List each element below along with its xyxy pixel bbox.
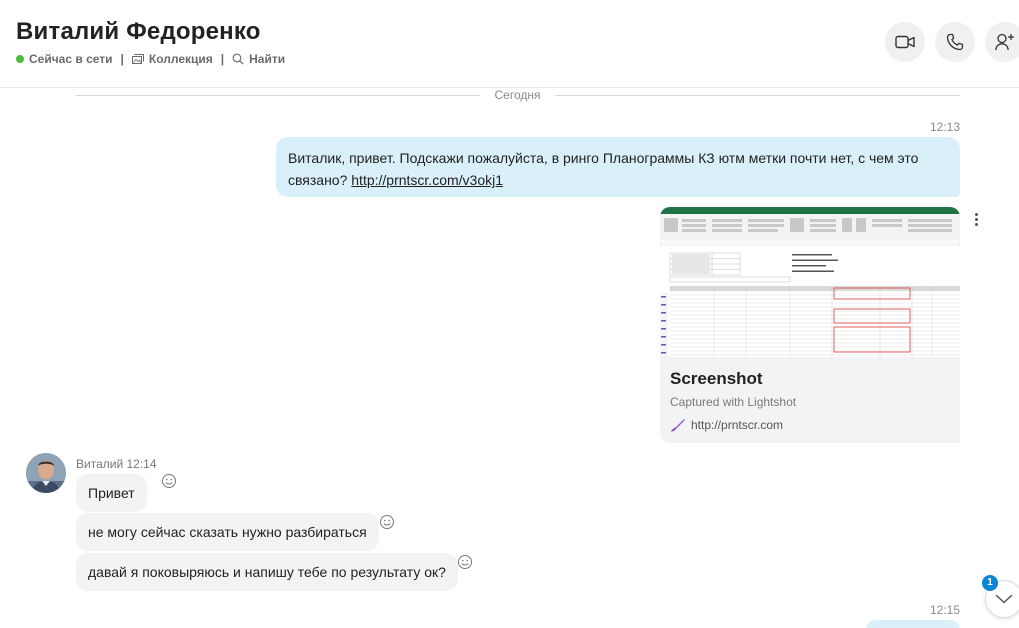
- separator: |: [120, 52, 124, 66]
- screenshot-thumbnail[interactable]: [660, 207, 960, 357]
- smiley-icon[interactable]: [379, 514, 395, 530]
- link-preview-card[interactable]: Screenshot Captured with Lightshot http:…: [660, 207, 960, 443]
- message-more-options-button[interactable]: [968, 210, 984, 228]
- feather-icon: [671, 419, 685, 432]
- separator: |: [220, 52, 225, 66]
- video-call-button[interactable]: [885, 22, 925, 62]
- incoming-message-bubble[interactable]: давай я поковыряюсь и напишу тебе по рез…: [76, 553, 458, 591]
- dot: [974, 222, 978, 226]
- incoming-message-bubble[interactable]: не могу сейчас сказать нужно разбираться: [76, 513, 379, 551]
- preview-url: http://prntscr.com: [670, 417, 783, 433]
- dot: [974, 217, 978, 221]
- smiley-icon[interactable]: [457, 554, 473, 570]
- preview-url-text: http://prntscr.com: [691, 418, 784, 432]
- unread-count-badge: 1: [982, 575, 998, 591]
- sender-line: Виталий 12:14: [76, 457, 157, 471]
- contact-name[interactable]: Виталий Федоренко: [16, 18, 261, 46]
- day-divider-label: Сегодня: [494, 88, 541, 102]
- message-timestamp: 12:15: [929, 603, 960, 617]
- sender-avatar[interactable]: [26, 453, 66, 493]
- collection-link[interactable]: Коллекция: [131, 52, 213, 66]
- message-link[interactable]: http://prntscr.com/v3okj1: [351, 172, 503, 188]
- outgoing-message-bubble[interactable]: Виталик, привет. Подскажи пожалуйста, в …: [276, 137, 960, 197]
- smiley-icon[interactable]: [161, 473, 177, 489]
- find-link[interactable]: Найти: [232, 52, 285, 66]
- online-status-text: Сейчас в сети: [29, 52, 113, 66]
- sender-name: Виталий: [76, 457, 124, 471]
- add-person-icon: [995, 33, 1014, 51]
- gallery-icon: [131, 54, 144, 64]
- avatar-photo: [26, 453, 66, 493]
- divider-line: [76, 95, 480, 96]
- video-call-icon: [895, 35, 915, 49]
- spreadsheet-thumbnail-image: [660, 207, 960, 357]
- chat-header: Виталий Федоренко Сейчас в сети | Коллек…: [0, 0, 1019, 88]
- dot: [974, 212, 978, 216]
- audio-call-button[interactable]: [935, 22, 975, 62]
- outgoing-message-bubble[interactable]: [866, 620, 960, 628]
- chevron-down-icon: [995, 594, 1013, 604]
- add-participant-button[interactable]: [985, 22, 1019, 62]
- preview-title: Screenshot: [670, 369, 763, 388]
- preview-subtitle: Captured with Lightshot: [670, 395, 797, 409]
- day-divider: Сегодня: [76, 88, 960, 102]
- message-timestamp: 12:13: [929, 120, 960, 134]
- phone-call-icon: [946, 33, 964, 51]
- find-label: Найти: [249, 52, 286, 66]
- search-icon: [232, 53, 244, 65]
- incoming-message-bubble[interactable]: Привет: [76, 474, 147, 512]
- divider-line: [555, 95, 960, 96]
- message-timestamp: 12:14: [126, 457, 157, 471]
- online-status-dot: [16, 55, 24, 63]
- status-line: Сейчас в сети | Коллекция | Найти: [16, 52, 285, 66]
- collection-label: Коллекция: [148, 52, 213, 66]
